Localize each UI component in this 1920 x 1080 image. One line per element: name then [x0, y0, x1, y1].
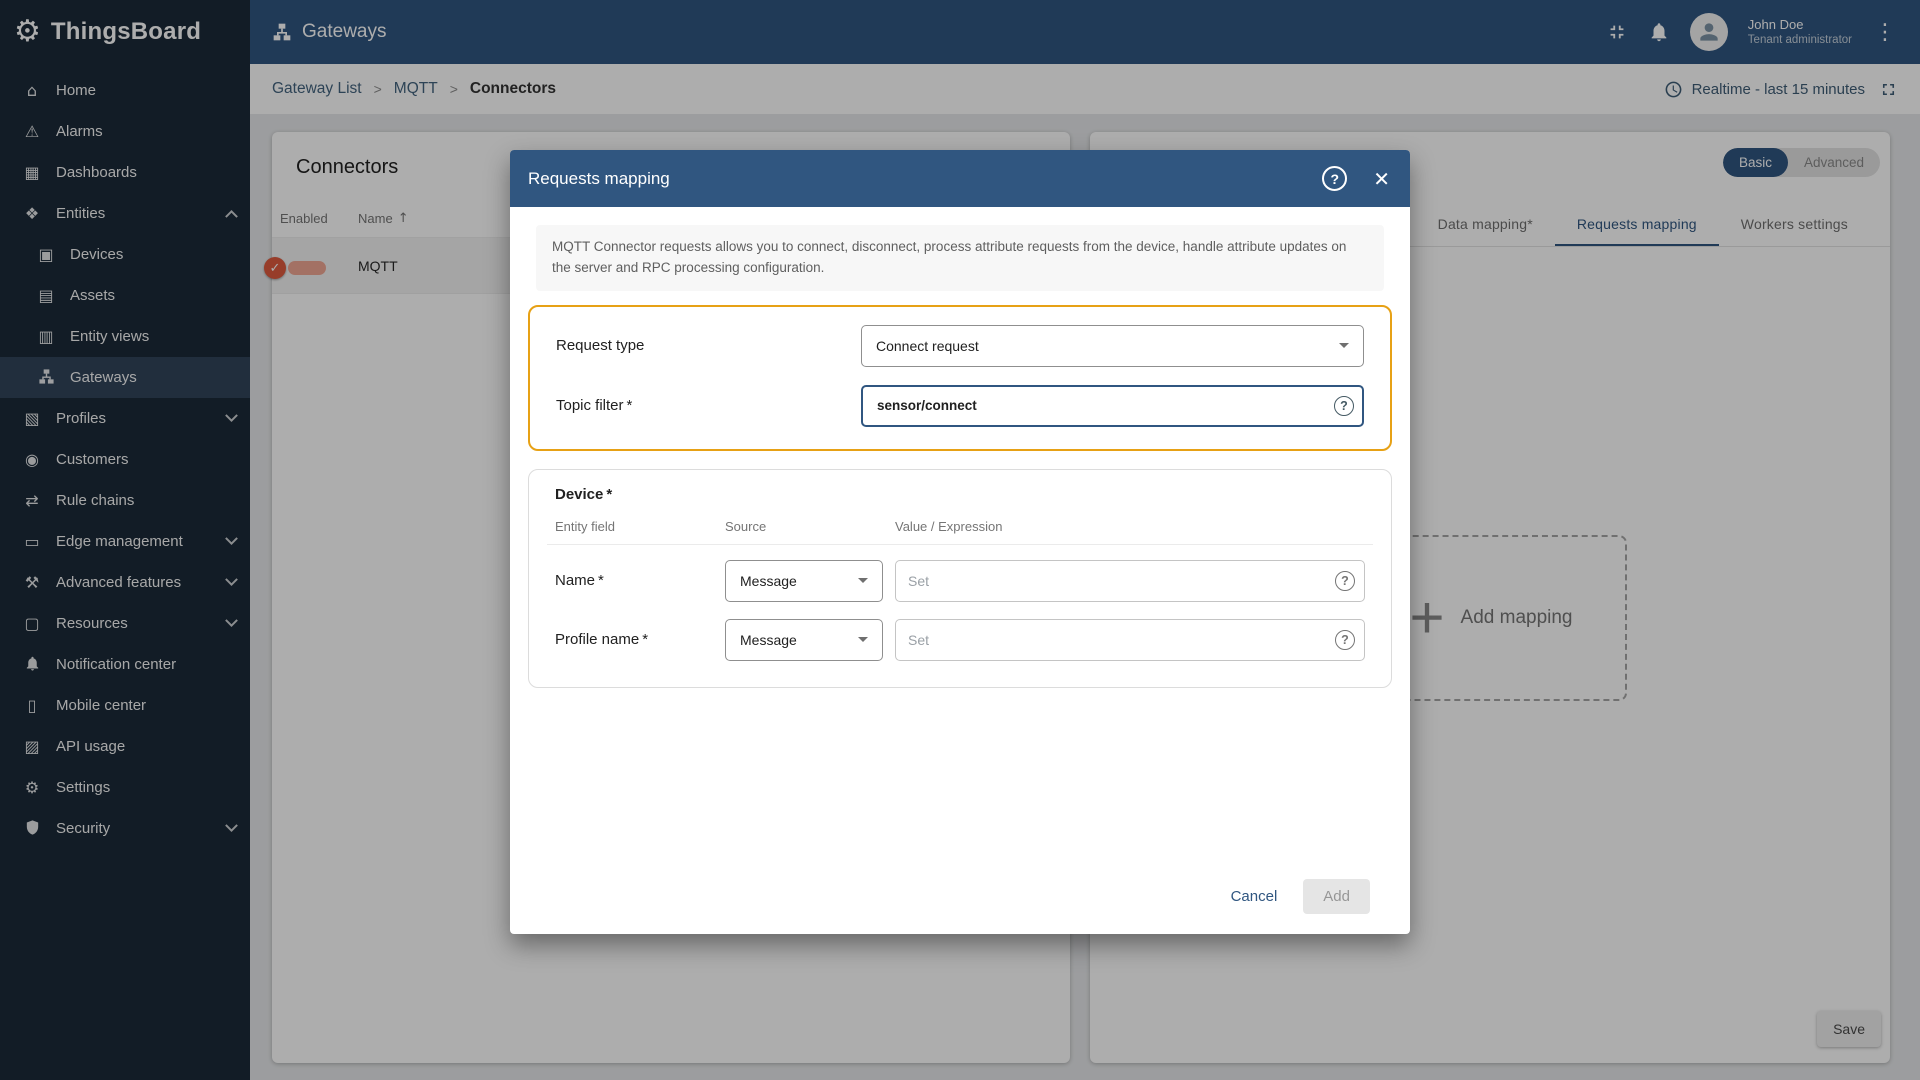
- chevron-down-icon: [1339, 343, 1349, 348]
- cancel-button[interactable]: Cancel: [1217, 879, 1292, 914]
- dialog-hint-text: MQTT Connector requests allows you to co…: [536, 225, 1384, 291]
- topic-filter-input[interactable]: [875, 397, 1324, 414]
- column-entity-field: Entity field: [555, 519, 725, 534]
- request-type-value: Connect request: [876, 338, 979, 354]
- device-table-header: Entity field Source Value / Expression: [547, 515, 1373, 545]
- profile-value-help-icon[interactable]: ?: [1335, 630, 1355, 650]
- column-value-expression: Value / Expression: [895, 519, 1365, 534]
- entity-field-label: Profile name*: [555, 631, 725, 648]
- entity-field-text: Name: [555, 572, 595, 589]
- request-type-label: Request type: [556, 337, 861, 354]
- name-value-help-icon[interactable]: ?: [1335, 571, 1355, 591]
- required-mark: *: [598, 572, 604, 589]
- chevron-down-icon: [858, 637, 868, 642]
- profile-source-value: Message: [740, 632, 797, 648]
- dialog-header: Requests mapping ? ✕: [510, 150, 1410, 207]
- column-source: Source: [725, 519, 895, 534]
- dialog-title: Requests mapping: [528, 169, 670, 189]
- name-source-value: Message: [740, 573, 797, 589]
- thingsboard-app: ⚙ ThingsBoard ⌂ Home ⚠ Alarms ▦ Dashboar…: [0, 0, 1920, 1080]
- close-icon[interactable]: ✕: [1373, 167, 1390, 191]
- required-mark: *: [642, 631, 648, 648]
- name-value-input[interactable]: [895, 560, 1365, 602]
- required-mark: *: [606, 486, 612, 503]
- profile-source-select[interactable]: Message: [725, 619, 883, 661]
- topic-filter-help-icon[interactable]: ?: [1334, 396, 1354, 416]
- entity-field-text: Profile name: [555, 631, 639, 648]
- device-section: Device* Entity field Source Value / Expr…: [528, 469, 1392, 688]
- required-mark: *: [627, 397, 633, 414]
- topic-filter-fieldwrap: [861, 385, 1364, 427]
- device-row-profile-name: Profile name* Message ?: [547, 610, 1373, 669]
- add-button[interactable]: Add: [1303, 879, 1370, 914]
- topic-filter-label: Topic filter*: [556, 397, 861, 414]
- help-icon[interactable]: ?: [1322, 166, 1347, 191]
- device-title-text: Device: [555, 486, 603, 503]
- request-type-row: Request type Connect request: [556, 325, 1364, 367]
- topic-filter-label-text: Topic filter: [556, 397, 624, 414]
- request-type-select[interactable]: Connect request: [861, 325, 1364, 367]
- highlighted-fields-group: Request type Connect request Topic filte…: [528, 305, 1392, 451]
- name-source-select[interactable]: Message: [725, 560, 883, 602]
- dialog-footer: Cancel Add: [526, 863, 1394, 934]
- chevron-down-icon: [858, 578, 868, 583]
- dialog-header-actions: ? ✕: [1322, 166, 1390, 191]
- device-row-name: Name* Message ?: [547, 551, 1373, 610]
- dialog-body: MQTT Connector requests allows you to co…: [510, 207, 1410, 934]
- profile-value-input[interactable]: [895, 619, 1365, 661]
- device-section-title: Device*: [547, 486, 1373, 503]
- entity-field-label: Name*: [555, 572, 725, 589]
- requests-mapping-dialog: Requests mapping ? ✕ MQTT Connector requ…: [510, 150, 1410, 934]
- topic-filter-row: Topic filter* ?: [556, 385, 1364, 427]
